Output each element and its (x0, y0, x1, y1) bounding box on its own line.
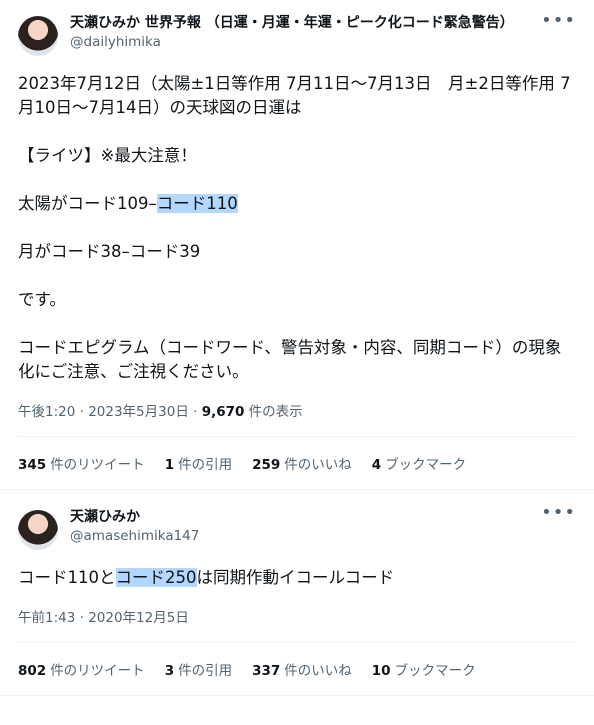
timestamp[interactable]: 午前1:43 · 2020年12月5日 (18, 610, 189, 626)
quotes-stat[interactable]: 1 件の引用 (165, 453, 232, 473)
tweet-2[interactable]: 天瀬ひみか @amasehimika147 ••• コード110とコード250は… (0, 490, 594, 695)
avatar[interactable] (18, 510, 58, 550)
tweet-meta: 午前1:43 · 2020年12月5日 (18, 606, 576, 626)
bookmarks-stat[interactable]: 4 ブックマーク (372, 453, 466, 473)
tweet-meta: 午後1:20 · 2023年5月30日 · 9,670 件の表示 (18, 400, 576, 420)
tweet-1[interactable]: 天瀬ひみか 世界予報 （日運・月運・年運・ピーク化コード緊急警告） @daily… (0, 0, 594, 489)
retweets-stat[interactable]: 802 件のリツイート (18, 659, 145, 679)
tweet-header: 天瀬ひみか @amasehimika147 (18, 508, 576, 552)
display-name[interactable]: 天瀬ひみか (70, 508, 576, 527)
timestamp[interactable]: 午後1:20 · 2023年5月30日 · (18, 404, 202, 420)
display-name[interactable]: 天瀬ひみか 世界予報 （日運・月運・年運・ピーク化コード緊急警告） (70, 14, 576, 33)
text-line: です。 (18, 290, 66, 309)
tweet-header: 天瀬ひみか 世界予報 （日運・月運・年運・ピーク化コード緊急警告） @daily… (18, 14, 576, 58)
text-line: コードエピグラム（コードワード、警告対象・内容、同期コード）の現象化にご注意、ご… (18, 338, 562, 381)
quotes-stat[interactable]: 3 件の引用 (165, 659, 232, 679)
tweet-stats: 802 件のリツイート 3 件の引用 337 件のいいね 10 ブックマーク (18, 643, 576, 695)
avatar[interactable] (18, 16, 58, 56)
retweets-stat[interactable]: 345 件のリツイート (18, 453, 145, 473)
handle[interactable]: @dailyhimika (70, 33, 576, 52)
author-names: 天瀬ひみか 世界予報 （日運・月運・年運・ピーク化コード緊急警告） @daily… (70, 14, 576, 52)
selected-text: コード110 (156, 194, 238, 213)
handle[interactable]: @amasehimika147 (70, 527, 576, 546)
bookmarks-stat[interactable]: 10 ブックマーク (372, 659, 476, 679)
text-line: 月がコード38–コード39 (18, 242, 201, 261)
tweet-text: コード110とコード250は同期作動イコールコード (18, 566, 576, 590)
text-line: 【ライツ】※最大注意！ (18, 146, 197, 165)
tweet-text: 2023年7月12日（太陽±1日等作用 7月11日〜7月13日 月±2日等作用 … (18, 72, 576, 384)
text-line: コード110とコード250は同期作動イコールコード (18, 568, 395, 587)
more-horizontal-icon[interactable]: ••• (541, 12, 576, 30)
views-label: 件の表示 (244, 404, 303, 420)
author-names: 天瀬ひみか @amasehimika147 (70, 508, 576, 546)
likes-stat[interactable]: 259 件のいいね (252, 453, 352, 473)
selected-text: コード250 (115, 568, 197, 587)
tweet-stats: 345 件のリツイート 1 件の引用 259 件のいいね 4 ブックマーク (18, 437, 576, 489)
likes-stat[interactable]: 337 件のいいね (252, 659, 352, 679)
text-line: 2023年7月12日（太陽±1日等作用 7月11日〜7月13日 月±2日等作用 … (18, 74, 571, 117)
text-line: 太陽がコード109–コード110 (18, 192, 576, 216)
more-horizontal-icon[interactable]: ••• (541, 504, 576, 522)
text-span: 太陽がコード109– (18, 194, 157, 213)
views-count: 9,670 (201, 404, 245, 420)
separator (0, 695, 594, 696)
